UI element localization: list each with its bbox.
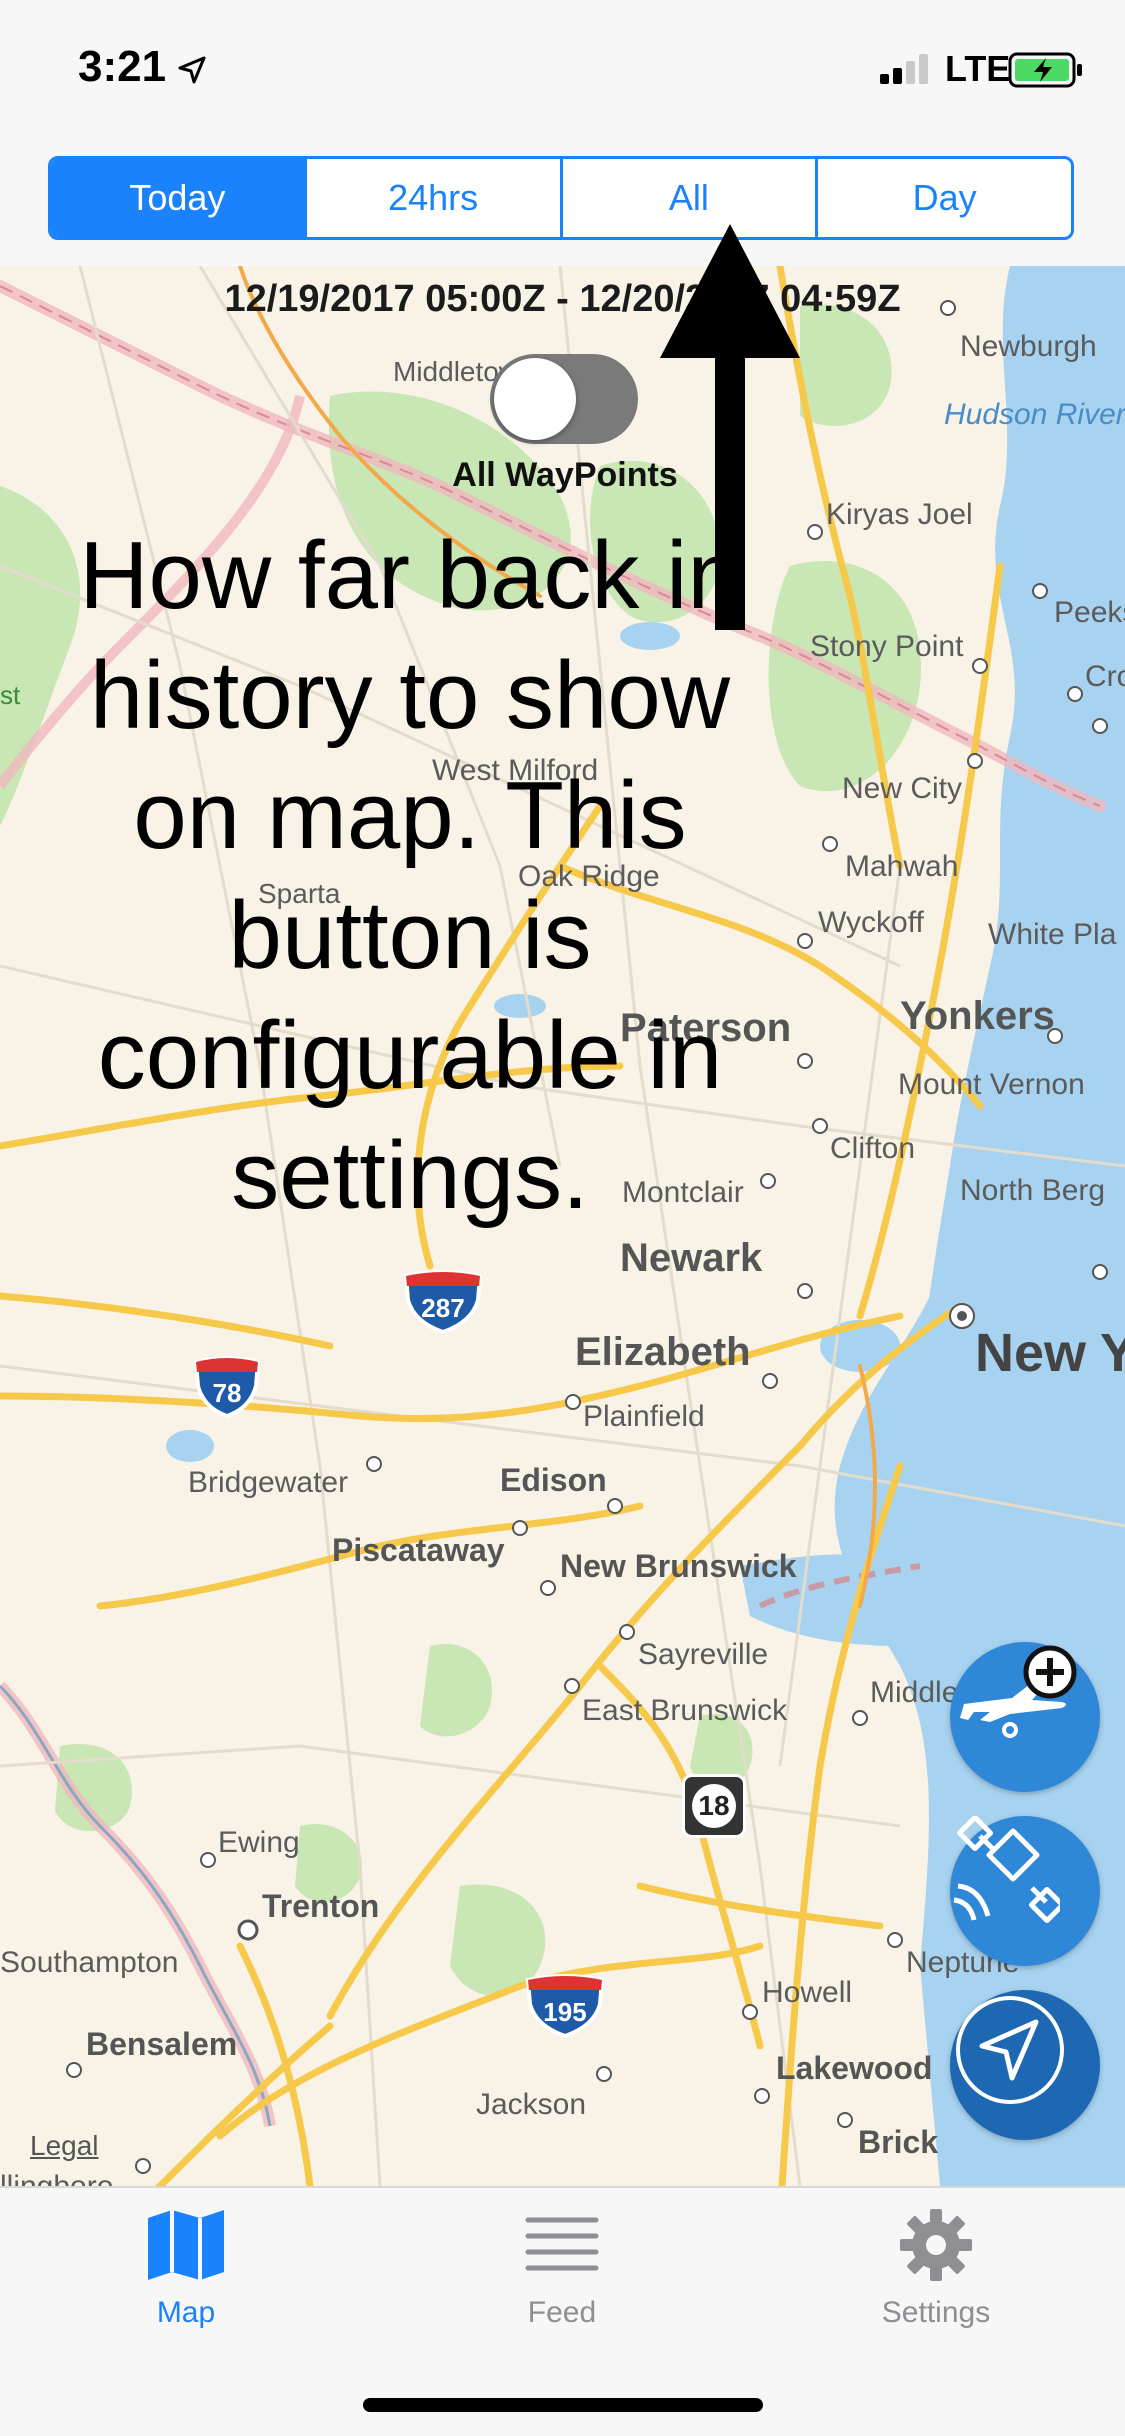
- gear-icon: [900, 2209, 972, 2281]
- place-label: Piscataway: [332, 1532, 505, 1568]
- place-label: Kiryas Joel: [826, 498, 973, 531]
- place-label: Bridgewater: [188, 1466, 349, 1499]
- place-label: st: [0, 680, 21, 710]
- interstate-78-shield: 78: [192, 1356, 262, 1418]
- airplane-add-icon: [960, 1645, 1077, 1738]
- place-label: Edison: [500, 1462, 607, 1498]
- place-label: Ewing: [218, 1826, 300, 1859]
- shield-number: 18: [692, 1784, 736, 1828]
- tab-label: Map: [156, 2296, 216, 2329]
- annotation-arrow: [660, 224, 800, 630]
- place-label: Howell: [762, 1976, 853, 2009]
- place-label: East Brunswick: [582, 1694, 788, 1727]
- signal-icon: [880, 54, 928, 84]
- home-indicator[interactable]: [363, 2398, 763, 2412]
- place-label: Cro: [1085, 660, 1125, 693]
- place-label: Peeks: [1054, 596, 1125, 629]
- tab-settings[interactable]: Settings: [836, 2208, 1036, 2330]
- tab-label: Feed: [527, 2296, 597, 2329]
- battery-charging-icon: [1008, 52, 1082, 88]
- location-arrow-icon: [178, 56, 206, 84]
- map-icon: [148, 2210, 224, 2280]
- place-label: Elizabeth: [575, 1330, 751, 1374]
- history-range-segmented-control: Today 24hrs All Day: [48, 156, 1074, 240]
- place-label: Plainfield: [583, 1400, 705, 1433]
- shield-number: 287: [421, 1292, 465, 1323]
- status-bar: 3:21 LTE: [0, 0, 1125, 140]
- tab-map[interactable]: Map: [86, 2208, 286, 2330]
- app-screen: 3:21 LTE Today 24hrs All Day Newburgh Hu…: [0, 0, 1125, 2436]
- place-label: Wyckoff: [818, 906, 924, 939]
- segment-day[interactable]: Day: [818, 159, 1071, 237]
- shield-number: 78: [212, 1377, 242, 1408]
- place-label: Hudson River: [944, 398, 1125, 431]
- interstate-195-shield: 195: [524, 1974, 606, 2038]
- place-label: llingboro: [0, 2170, 113, 2186]
- current-location-button[interactable]: [950, 1990, 1100, 2140]
- place-label: White Pla: [988, 918, 1117, 951]
- place-label: Newburgh: [960, 330, 1097, 363]
- place-label: New Brunswick: [560, 1548, 797, 1584]
- place-label: Brick: [858, 2124, 939, 2160]
- place-label: Bensalem: [86, 2026, 238, 2062]
- place-label: Southampton: [0, 1946, 179, 1979]
- map-type-button[interactable]: [950, 1816, 1100, 1966]
- place-label: North Berg: [960, 1174, 1106, 1207]
- all-waypoints-toggle[interactable]: [490, 354, 638, 444]
- status-time: 3:21: [78, 42, 167, 91]
- place-label: Yonkers: [900, 994, 1055, 1038]
- place-label: Mahwah: [845, 850, 959, 883]
- place-label: Trenton: [262, 1888, 380, 1924]
- legal-link[interactable]: Legal: [30, 2130, 99, 2162]
- shield-number: 195: [543, 1996, 587, 2027]
- carrier-label: LTE: [945, 48, 1011, 89]
- segment-today[interactable]: Today: [51, 159, 307, 237]
- place-label: New Y: [975, 1323, 1125, 1383]
- place-label: Lakewood: [776, 2050, 933, 2086]
- location-arrow-icon: [956, 1996, 1064, 2104]
- place-label: Jackson: [476, 2088, 587, 2121]
- tab-label: Settings: [881, 2296, 991, 2329]
- date-range-label: 12/19/2017 05:00Z - 12/20/2017 04:59Z: [224, 278, 901, 320]
- place-label: Sayreville: [638, 1638, 769, 1671]
- satellite-icon: [953, 1816, 1060, 1924]
- route-18-shield: 18: [682, 1774, 746, 1838]
- place-label: Clifton: [830, 1132, 916, 1165]
- segment-24hrs[interactable]: 24hrs: [307, 159, 563, 237]
- place-label: Middle: [870, 1676, 959, 1709]
- tab-feed[interactable]: Feed: [462, 2208, 662, 2330]
- place-label: Mount Vernon: [898, 1068, 1085, 1101]
- interstate-287-shield: 287: [402, 1270, 484, 1334]
- toggle-knob: [494, 358, 576, 440]
- list-icon: [525, 2217, 599, 2271]
- place-label: New City: [842, 772, 963, 805]
- add-aircraft-button[interactable]: [950, 1642, 1100, 1792]
- place-label: Newark: [620, 1236, 763, 1280]
- place-label: Stony Point: [810, 630, 964, 663]
